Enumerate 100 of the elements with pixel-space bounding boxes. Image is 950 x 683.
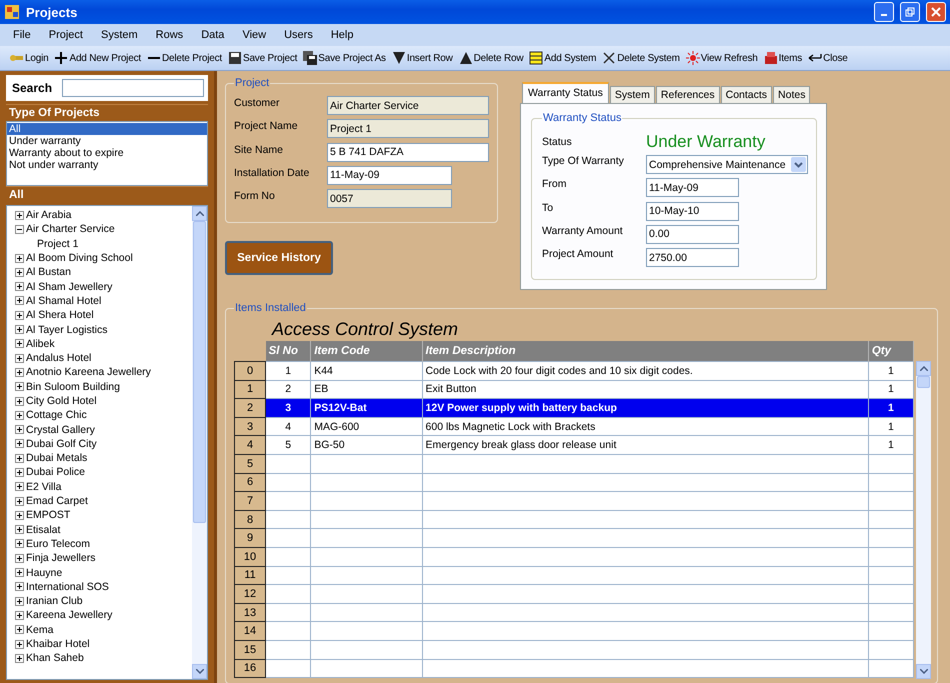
tree-item[interactable]: Andalus Hotel (26, 352, 92, 364)
tree-item[interactable]: Al Sham Jewellery (26, 280, 112, 293)
input-field[interactable]: 11-May-09 (646, 178, 739, 198)
menu-item[interactable]: Rows (146, 29, 192, 41)
menu-item[interactable]: Data (192, 29, 234, 41)
list-item[interactable]: Under warranty (7, 135, 207, 147)
expand-icon[interactable] (15, 654, 24, 663)
input-field[interactable]: 11-May-09 (327, 166, 452, 185)
tree-item[interactable]: Al Tayer Logistics (26, 324, 108, 336)
input-field[interactable]: 10-May-10 (646, 202, 739, 221)
expand-icon[interactable] (15, 254, 24, 263)
menu-item[interactable]: System (92, 29, 147, 41)
input-field[interactable]: 0.00 (646, 224, 739, 244)
expand-icon[interactable] (15, 610, 24, 620)
tree-item[interactable]: Cottage Chic (26, 409, 87, 422)
scroll-down-button[interactable] (916, 664, 931, 679)
tab[interactable]: System (610, 86, 655, 103)
list-item[interactable]: All (7, 123, 207, 135)
expand-icon[interactable] (15, 554, 24, 563)
row-header[interactable]: 9 (234, 528, 266, 548)
menu-item[interactable]: Users (275, 29, 322, 41)
tree-item[interactable]: Kareena Jewellery (26, 609, 112, 622)
row-header[interactable]: 16 (234, 659, 266, 678)
row-header[interactable]: 1 (234, 380, 266, 399)
tree-item[interactable]: Crystal Gallery (26, 424, 95, 436)
expand-icon[interactable] (15, 640, 24, 649)
row-header[interactable]: 2 (234, 398, 266, 418)
expand-icon[interactable] (15, 268, 24, 277)
scroll-up-button[interactable] (916, 361, 931, 376)
tree-item[interactable]: Air Charter Service (26, 223, 115, 236)
tree-item[interactable]: City Gold Hotel (26, 395, 97, 407)
menu-item[interactable]: File (4, 29, 40, 41)
row-header[interactable]: 13 (234, 603, 266, 622)
minimize-button[interactable] (874, 2, 894, 22)
tree-item[interactable]: Project 1 (37, 238, 78, 250)
expand-icon[interactable] (15, 210, 24, 220)
expand-icon[interactable] (15, 625, 24, 634)
toolbar-button[interactable]: Delete System (600, 51, 682, 65)
expand-icon[interactable] (15, 582, 24, 592)
tree-item[interactable]: Dubai Police (26, 466, 85, 478)
toolbar-button[interactable]: Items (762, 51, 804, 65)
tree-item[interactable]: EMPOST (26, 509, 70, 522)
expand-icon[interactable] (15, 468, 24, 477)
scroll-down-button[interactable] (192, 664, 207, 679)
tree-item[interactable]: Hauyne (26, 566, 62, 579)
tree-item[interactable]: Anotnio Kareena Jewellery (26, 366, 151, 378)
toolbar-button[interactable]: Add New Project (52, 51, 143, 65)
toolbar-button[interactable]: Delete Row (456, 51, 526, 65)
tree-item[interactable]: Alibek (26, 338, 55, 350)
expand-icon[interactable] (15, 496, 24, 506)
toolbar-button[interactable]: Save Project As (301, 51, 388, 65)
expand-icon[interactable] (15, 410, 24, 420)
tree-item[interactable]: Etisalat (26, 524, 60, 536)
menu-item[interactable]: Help (322, 29, 362, 41)
row-header[interactable]: 8 (234, 510, 266, 529)
expand-icon[interactable] (15, 310, 24, 320)
scroll-up-button[interactable] (192, 206, 207, 221)
tree-item[interactable]: Al Boom Diving School (26, 252, 133, 264)
row-header[interactable]: 15 (234, 640, 266, 659)
tree-item[interactable]: Al Bustan (26, 266, 71, 278)
expand-icon[interactable] (15, 296, 24, 306)
tree-item[interactable]: Bin Suloom Building (26, 380, 120, 393)
toolbar-button[interactable]: Add System (527, 51, 598, 65)
row-header[interactable]: 3 (234, 417, 266, 436)
tree-item[interactable]: Al Shamal Hotel (26, 294, 102, 307)
row-header[interactable]: 11 (234, 566, 266, 585)
tree-item[interactable]: Finja Jewellers (26, 552, 96, 564)
tree-item[interactable]: Khan Saheb (26, 652, 84, 664)
list-item[interactable]: Not under warranty (7, 159, 207, 171)
expand-icon[interactable] (15, 425, 24, 434)
tree-item[interactable]: Air Arabia (26, 209, 72, 222)
tree-item[interactable]: Khaibar Hotel (26, 638, 90, 650)
tree-item[interactable]: E2 Villa (26, 480, 62, 493)
row-header[interactable]: 7 (234, 492, 266, 510)
toolbar-button[interactable]: Insert Row (390, 51, 455, 65)
menu-item[interactable]: View (233, 29, 276, 41)
restore-button[interactable] (900, 2, 920, 22)
expand-icon[interactable] (15, 482, 24, 492)
expand-icon[interactable] (15, 368, 24, 377)
expand-icon[interactable] (15, 382, 24, 392)
expand-icon[interactable] (15, 339, 24, 348)
tab[interactable]: Warranty Status (522, 82, 609, 103)
service-history-button[interactable]: Service History (225, 241, 333, 276)
expand-icon[interactable] (15, 454, 24, 463)
input-field[interactable]: 2750.00 (646, 248, 739, 268)
toolbar-button[interactable]: Delete Project (144, 51, 224, 65)
expand-icon[interactable] (15, 510, 24, 520)
toolbar-button[interactable]: View Refresh (684, 51, 760, 65)
dropdown[interactable]: Comprehensive Maintenance (646, 155, 808, 174)
row-header[interactable]: 5 (234, 454, 266, 474)
expand-icon[interactable] (15, 282, 24, 292)
expand-icon[interactable] (15, 439, 24, 448)
tree-item[interactable]: Al Shera Hotel (26, 309, 94, 322)
close-button[interactable] (926, 2, 946, 22)
search-field[interactable] (62, 79, 204, 97)
expand-icon[interactable] (15, 568, 24, 578)
tree-item[interactable]: Dubai Golf City (26, 438, 97, 450)
toolbar-button[interactable]: Save Project (226, 51, 300, 65)
tree-item[interactable]: Euro Telecom (26, 538, 90, 550)
row-header[interactable]: 12 (234, 584, 266, 604)
